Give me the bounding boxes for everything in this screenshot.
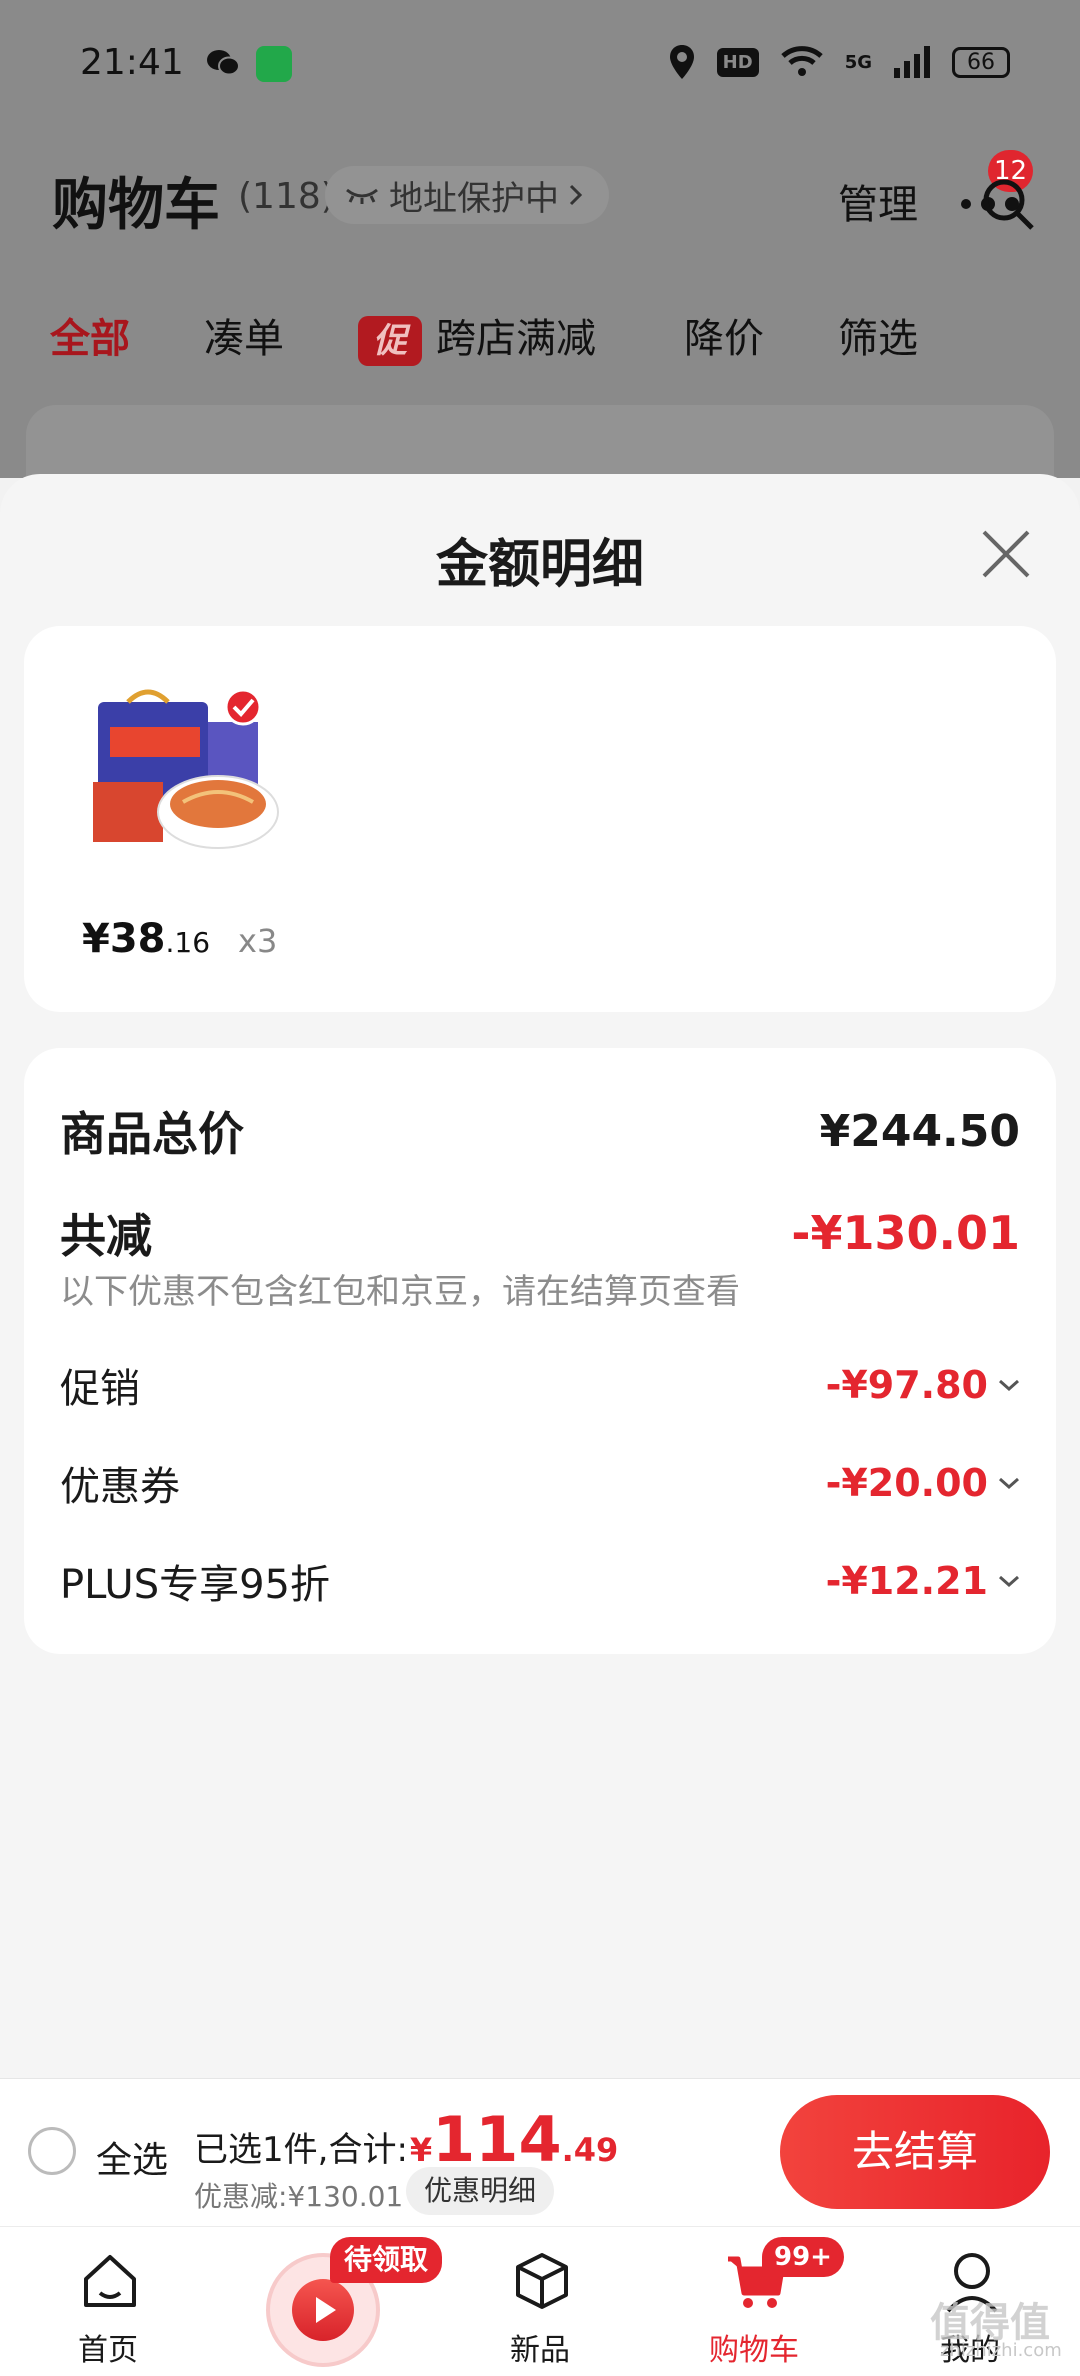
reduce-value: -¥130.01	[791, 1206, 1020, 1260]
status-right: HD 5G 66	[669, 42, 1010, 82]
cart-page-background: 购物车 (118) 地址保护中 管理 12 全部 凑单 促跨店满减 降价 筛选	[0, 130, 1080, 525]
address-protection-label: 地址保护中	[389, 178, 559, 219]
signal-icon	[894, 46, 930, 78]
tab-price-drop[interactable]: 降价	[684, 306, 764, 364]
promo-badge-icon: 促	[358, 316, 422, 366]
manage-button[interactable]: 管理	[838, 172, 918, 230]
product-price: ¥38.16	[82, 916, 210, 962]
checkout-button[interactable]: 去结算	[780, 2095, 1050, 2209]
discount-amount: -¥20.00	[825, 1461, 988, 1505]
wechat-icon	[207, 50, 240, 76]
discount-row-coupon[interactable]: 优惠券 -¥20.00	[60, 1454, 1020, 1512]
chevron-down-icon[interactable]	[998, 1378, 1020, 1392]
nav-label: 购物车	[709, 2333, 799, 2368]
selected-total: 已选1件,合计: ¥ 114 .49	[194, 2103, 618, 2176]
discount-amount: -¥12.21	[825, 1559, 988, 1603]
message-app-icon	[256, 46, 292, 82]
hd-icon: HD	[716, 47, 759, 77]
watermark-sub: zhizhizhi.com	[940, 2340, 1062, 2361]
discount-label: PLUS专享95折	[60, 1562, 330, 1608]
tab-filter[interactable]: 筛选	[838, 306, 918, 364]
battery-icon: 66	[952, 46, 1010, 78]
discount-summary: 优惠减:¥130.01	[194, 2180, 404, 2213]
product-image[interactable]	[88, 682, 288, 862]
select-all-checkbox[interactable]	[28, 2127, 76, 2175]
discount-note: 以下优惠不包含红包和京豆，请在结算页查看	[60, 1272, 740, 1312]
total-value: ¥244.50	[819, 1105, 1020, 1157]
discount-label: 促销	[60, 1366, 140, 1412]
total-decimal: .49	[561, 2131, 619, 2169]
discount-value: -¥20.00	[826, 1461, 1020, 1505]
wifi-icon	[780, 46, 823, 76]
discount-label: 优惠券	[60, 1464, 180, 1510]
eye-closed-icon	[346, 188, 378, 204]
tab-all[interactable]: 全部	[50, 306, 130, 364]
home-icon	[84, 2255, 136, 2307]
amount-detail-sheet: 金额明细 ¥38.16 x3 商品总价 ¥244.50 共减 -¥130.01 …	[0, 474, 1080, 2078]
price-decimal: .16	[165, 926, 211, 959]
status-time: 21:41	[80, 42, 184, 83]
bottom-nav: 首页 待领取 新品 购物车 99+ 我的	[0, 2226, 1080, 2376]
sheet-title: 金额明细	[435, 535, 644, 595]
nav-home[interactable]: 首页	[8, 2227, 208, 2376]
discount-amount: -¥97.80	[825, 1363, 988, 1407]
cart-badge: 99+	[762, 2237, 844, 2277]
chevron-down-icon[interactable]	[998, 1476, 1020, 1490]
discount-value: -¥97.80	[826, 1363, 1020, 1407]
nav-label: 首页	[78, 2333, 138, 2368]
promo-tag: 待领取	[330, 2237, 443, 2283]
video-play-icon	[292, 2279, 354, 2341]
page-title: 购物车	[52, 173, 220, 238]
price-integer: ¥38	[82, 916, 166, 962]
nav-new[interactable]: 新品	[440, 2227, 640, 2376]
total-currency: ¥	[409, 2131, 433, 2169]
search-icon[interactable]	[980, 176, 1036, 232]
location-icon	[669, 45, 694, 79]
network-label: 5G	[844, 51, 872, 73]
selected-text: 已选1件,合计:	[194, 2130, 408, 2170]
tab-cross-store-discount[interactable]: 促跨店满减	[358, 306, 596, 366]
nav-label: 新品	[510, 2333, 570, 2368]
discount-value: -¥12.21	[826, 1559, 1020, 1603]
box-icon	[516, 2253, 568, 2309]
total-label: 商品总价	[60, 1107, 244, 1161]
checkout-bar: 全选 已选1件,合计: ¥ 114 .49 优惠减:¥130.01 优惠明细 去…	[0, 2078, 1080, 2226]
reduce-label: 共减	[60, 1209, 152, 1263]
discount-row-plus[interactable]: PLUS专享95折 -¥12.21	[60, 1552, 1020, 1610]
price-summary-card: 商品总价 ¥244.50 共减 -¥130.01 以下优惠不包含红包和京豆，请在…	[24, 1048, 1056, 1654]
cart-filter-tabs: 全部 凑单 促跨店满减 降价 筛选	[0, 298, 1080, 368]
close-icon[interactable]	[978, 526, 1034, 582]
chevron-down-icon[interactable]	[998, 1574, 1020, 1588]
reduce-row: 共减 -¥130.01	[60, 1200, 1020, 1266]
discount-row-promotion[interactable]: 促销 -¥97.80	[60, 1356, 1020, 1414]
product-quantity: x3	[238, 922, 278, 960]
chevron-right-icon	[569, 184, 583, 206]
total-integer: 114	[432, 2103, 562, 2176]
status-bar: 21:41 HD 5G 66	[0, 0, 1080, 130]
select-all-label[interactable]: 全选	[96, 2131, 168, 2183]
tab-bundle[interactable]: 凑单	[204, 306, 284, 364]
address-protection-pill[interactable]: 地址保护中	[325, 166, 609, 224]
total-row: 商品总价 ¥244.50	[60, 1098, 1020, 1164]
cart-count: (118)	[238, 176, 335, 217]
discount-detail-button[interactable]: 优惠明细	[406, 2167, 555, 2215]
product-card: ¥38.16 x3	[24, 626, 1056, 1012]
tab-label: 跨店满减	[436, 316, 596, 362]
